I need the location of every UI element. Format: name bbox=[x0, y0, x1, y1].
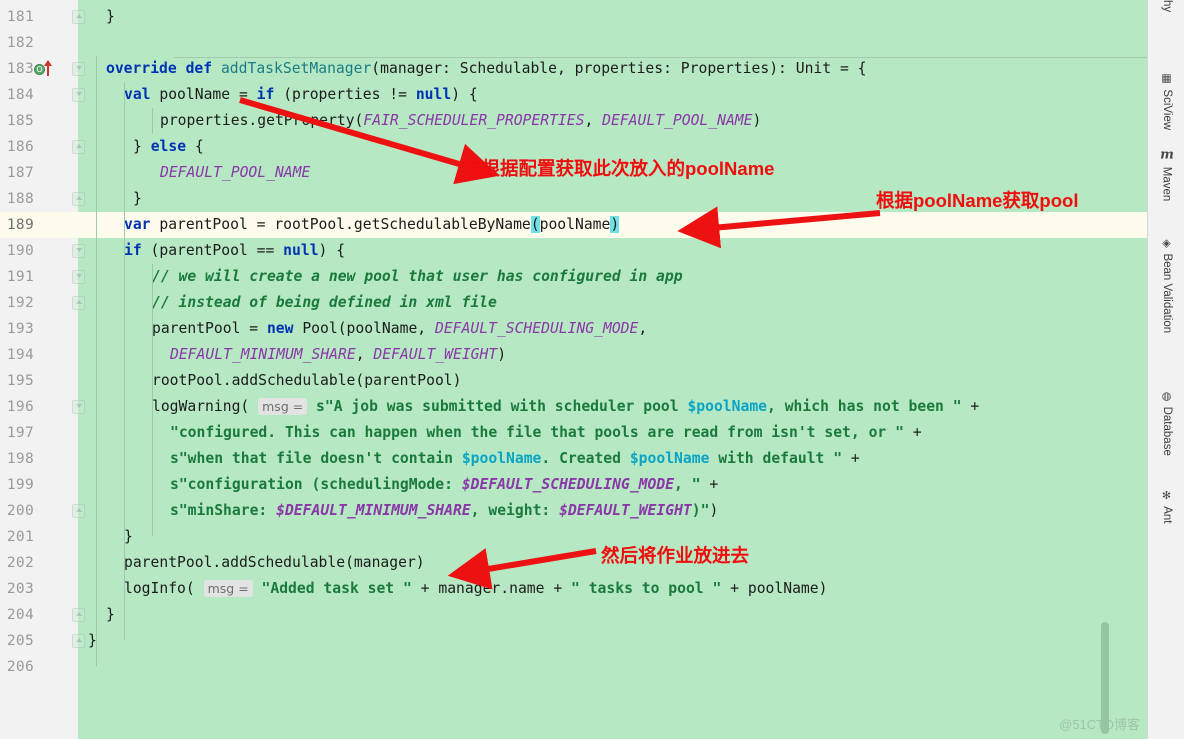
inline-param-hint: msg = bbox=[258, 398, 308, 415]
fold-marker-183[interactable] bbox=[72, 62, 85, 76]
fold-marker-191[interactable] bbox=[72, 270, 85, 284]
code-line-189[interactable]: var parentPool = rootPool.getSchedulable… bbox=[78, 212, 1147, 238]
tool-window-label: Maven bbox=[1160, 166, 1173, 202]
fold-marker-181[interactable] bbox=[72, 10, 85, 24]
method-separator bbox=[174, 57, 1147, 58]
gutter-line-191[interactable]: 191 bbox=[0, 264, 78, 290]
annotation-label-1: 先根据配置获取此次放入的poolName bbox=[463, 158, 775, 179]
gutter-line-206[interactable]: 206 bbox=[0, 654, 78, 680]
maven-icon: m bbox=[1159, 147, 1174, 163]
tool-window-label: SciView bbox=[1160, 89, 1173, 131]
fold-marker-192[interactable] bbox=[72, 296, 85, 310]
code-line-195[interactable]: rootPool.addSchedulable(parentPool) bbox=[78, 368, 1147, 394]
annotation-label-3: 然后将作业放进去 bbox=[601, 545, 750, 566]
gutter-line-200[interactable]: 200 bbox=[0, 498, 78, 524]
ant-icon: ✻ bbox=[1161, 490, 1172, 503]
annotation-label-2: 根据poolName获取pool bbox=[876, 190, 1079, 211]
code-line-194[interactable]: DEFAULT_MINIMUM_SHARE, DEFAULT_WEIGHT) bbox=[78, 342, 1147, 368]
gutter-line-199[interactable]: 199 bbox=[0, 472, 78, 498]
gutter-line-202[interactable]: 202 bbox=[0, 550, 78, 576]
override-method-icon[interactable]: O bbox=[34, 60, 54, 77]
fold-marker-190[interactable] bbox=[72, 244, 85, 258]
code-line-200[interactable]: s"minShare: $DEFAULT_MINIMUM_SHARE, weig… bbox=[78, 498, 1147, 524]
tool-window-label: Database bbox=[1160, 406, 1173, 456]
indent-guide bbox=[96, 56, 97, 666]
tool-window-label: Bean Validation bbox=[1160, 253, 1173, 334]
indent-guide bbox=[152, 108, 153, 134]
gutter-line-181[interactable]: 181 bbox=[0, 4, 78, 30]
gutter-line-195[interactable]: 195 bbox=[0, 368, 78, 394]
gutter-line-193[interactable]: 193 bbox=[0, 316, 78, 342]
ide-window: } override def addTaskSetManager(manager… bbox=[0, 0, 1184, 739]
gutter-line-203[interactable]: 203 bbox=[0, 576, 78, 602]
code-line-193[interactable]: parentPool = new Pool(poolName, DEFAULT_… bbox=[78, 316, 1147, 342]
code-line-196[interactable]: logWarning( msg = s"A job was submitted … bbox=[78, 394, 1147, 420]
gutter-line-184[interactable]: 184 bbox=[0, 82, 78, 108]
gutter-line-188[interactable]: 188 bbox=[0, 186, 78, 212]
fold-gutter[interactable] bbox=[70, 0, 90, 739]
code-line-198[interactable]: s"when that file doesn't contain $poolNa… bbox=[78, 446, 1147, 472]
gutter-line-198[interactable]: 198 bbox=[0, 446, 78, 472]
code-line-191[interactable]: // we will create a new pool that user h… bbox=[78, 264, 1147, 290]
code-line-205[interactable]: } bbox=[78, 628, 1147, 654]
indent-guide bbox=[152, 264, 153, 536]
code-line-185[interactable]: properties.getProperty(FAIR_SCHEDULER_PR… bbox=[78, 108, 1147, 134]
gutter-line-186[interactable]: 186 bbox=[0, 134, 78, 160]
database-icon: ◍ bbox=[1161, 390, 1172, 403]
inline-param-hint: msg = bbox=[203, 580, 253, 597]
code-line-181[interactable]: } bbox=[78, 4, 1147, 30]
gutter-line-189[interactable]: 189 bbox=[0, 212, 78, 238]
gutter-line-205[interactable]: 205 bbox=[0, 628, 78, 654]
code-line-206[interactable] bbox=[78, 654, 1147, 680]
indent-guide bbox=[124, 82, 125, 640]
override-arrow-icon bbox=[44, 60, 52, 76]
code-line-184[interactable]: val poolName = if (properties != null) { bbox=[78, 82, 1147, 108]
gutter-line-197[interactable]: 197 bbox=[0, 420, 78, 446]
gutter-line-183[interactable]: 183 O bbox=[0, 56, 78, 82]
fold-marker-196[interactable] bbox=[72, 400, 85, 414]
fold-marker-186[interactable] bbox=[72, 140, 85, 154]
gutter-line-201[interactable]: 201 bbox=[0, 524, 78, 550]
gutter-line-182[interactable]: 182 bbox=[0, 30, 78, 56]
gutter-line-187[interactable]: 187 bbox=[0, 160, 78, 186]
gutter-line-194[interactable]: 194 bbox=[0, 342, 78, 368]
gutter-line-185[interactable]: 185 bbox=[0, 108, 78, 134]
fold-marker-204[interactable] bbox=[72, 608, 85, 622]
code-editor[interactable]: } override def addTaskSetManager(manager… bbox=[0, 0, 1147, 739]
watermark: @51CTO博客 bbox=[1059, 717, 1140, 732]
tool-window-label: Ant bbox=[1160, 506, 1173, 524]
code-line-183[interactable]: override def addTaskSetManager(manager: … bbox=[78, 56, 1147, 82]
fold-marker-184[interactable] bbox=[72, 88, 85, 102]
fold-marker-205[interactable] bbox=[72, 634, 85, 648]
code-line-197[interactable]: "configured. This can happen when the fi… bbox=[78, 420, 1147, 446]
code-line-192[interactable]: // instead of being defined in xml file bbox=[78, 290, 1147, 316]
editor-vertical-scrollbar[interactable] bbox=[1099, 0, 1110, 739]
sciview-icon: ▦ bbox=[1161, 72, 1172, 85]
gutter-line-192[interactable]: 192 bbox=[0, 290, 78, 316]
fold-marker-200[interactable] bbox=[72, 504, 85, 518]
code-line-204[interactable]: } bbox=[78, 602, 1147, 628]
code-line-203[interactable]: logInfo( msg = "Added task set " + manag… bbox=[78, 576, 1147, 602]
gutter-line-204[interactable]: 204 bbox=[0, 602, 78, 628]
gutter-line-196[interactable]: 196 bbox=[0, 394, 78, 420]
code-canvas[interactable]: } override def addTaskSetManager(manager… bbox=[78, 0, 1147, 739]
fold-marker-188[interactable] bbox=[72, 192, 85, 206]
tool-window-label: archy bbox=[1161, 0, 1173, 12]
bean-validation-icon: ◈ bbox=[1162, 237, 1171, 250]
gutter-line-190[interactable]: 190 bbox=[0, 238, 78, 264]
code-line-199[interactable]: s"configuration (schedulingMode: $DEFAUL… bbox=[78, 472, 1147, 498]
right-tool-window-bar[interactable]: archy ▦ SciView m Maven ◈ Bean Validatio… bbox=[1147, 0, 1184, 739]
code-line-182[interactable] bbox=[78, 30, 1147, 56]
code-line-190[interactable]: if (parentPool == null) { bbox=[78, 238, 1147, 264]
editor-gutter[interactable]: 181 182 183 O 184 185 186 187 188 189 19… bbox=[0, 0, 78, 739]
